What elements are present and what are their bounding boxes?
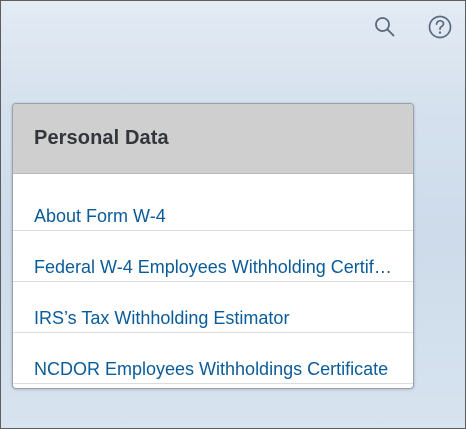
card-header[interactable]: Personal Data — [13, 104, 413, 174]
search-button[interactable] — [371, 13, 399, 41]
list-item-about-form-w4[interactable]: About Form W-4 — [13, 174, 413, 231]
search-icon — [375, 17, 395, 37]
help-button[interactable] — [426, 13, 454, 41]
card-title: Personal Data — [34, 127, 169, 149]
link-federal-w4-certificate[interactable]: Federal W-4 Employees Withholding Certif… — [34, 255, 393, 279]
list-item-irs-estimator[interactable]: IRS’s Tax Withholding Estimator — [13, 282, 413, 333]
list-item-federal-w4[interactable]: Federal W-4 Employees Withholding Certif… — [13, 231, 413, 282]
link-list: About Form W-4 Federal W-4 Employees Wit… — [13, 174, 413, 384]
link-irs-tax-withholding-estimator[interactable]: IRS’s Tax Withholding Estimator — [34, 306, 393, 330]
help-icon — [428, 15, 452, 39]
app-screen: Personal Data About Form W-4 Federal W-4… — [0, 0, 466, 429]
list-item-ncdor-certificate[interactable]: NCDOR Employees Withholdings Certificate — [13, 333, 413, 384]
link-about-form-w4[interactable]: About Form W-4 — [34, 204, 393, 228]
shell-toolbar — [265, 1, 465, 53]
link-ncdor-withholdings-certificate[interactable]: NCDOR Employees Withholdings Certificate — [34, 357, 393, 381]
personal-data-card: Personal Data About Form W-4 Federal W-4… — [12, 103, 414, 389]
